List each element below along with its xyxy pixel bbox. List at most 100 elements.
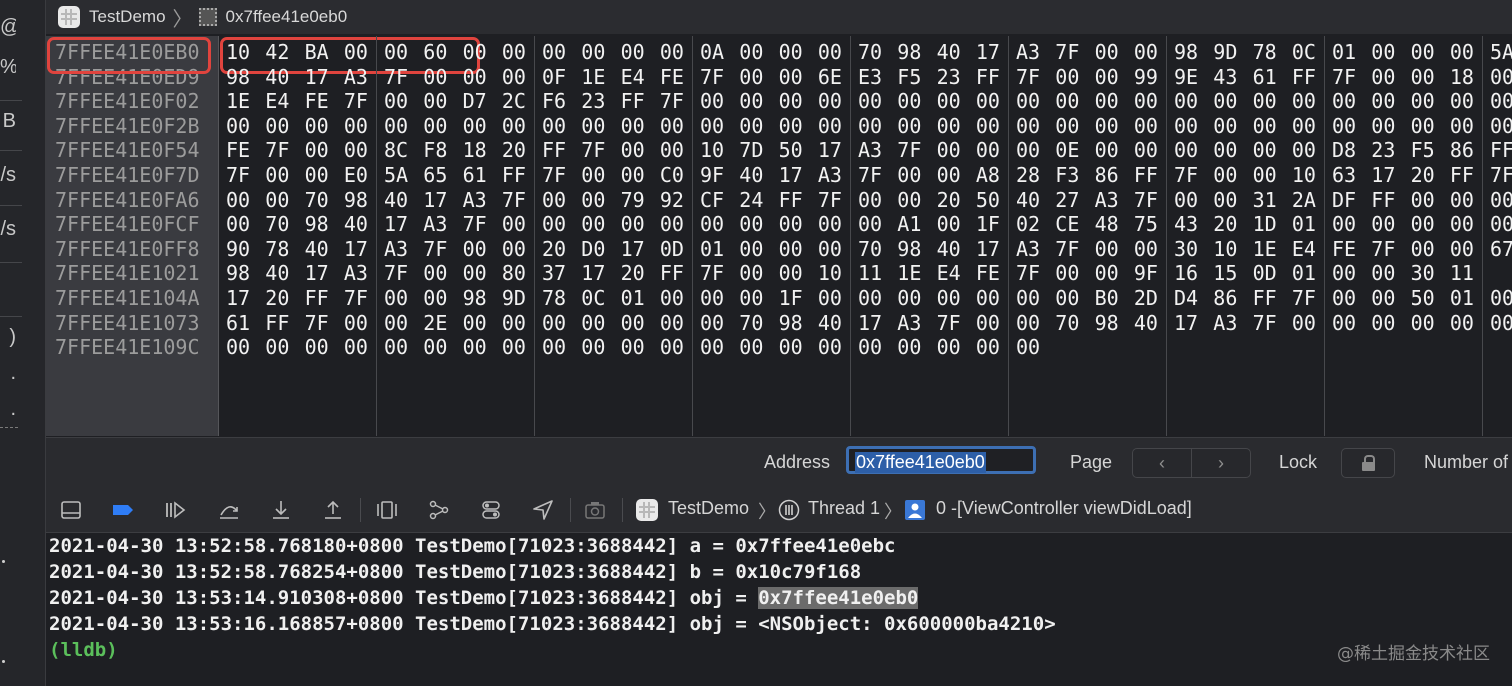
memory-byte[interactable]: 00 [897, 335, 921, 359]
titlebar-memory-address[interactable]: 0x7ffee41e0eb0 [226, 7, 348, 27]
memory-byte[interactable]: 7F [1055, 237, 1079, 261]
memory-byte[interactable]: 00 [1450, 40, 1474, 64]
memory-byte[interactable]: 20 [542, 237, 566, 261]
memory-byte[interactable]: 00 [739, 237, 763, 261]
memory-byte[interactable]: 00 [581, 212, 605, 236]
memory-byte[interactable]: 02 [1016, 212, 1040, 236]
memory-byte[interactable]: 7F [660, 89, 684, 113]
page-next-button[interactable]: › [1192, 449, 1250, 477]
memory-byte[interactable]: 18 [463, 138, 487, 162]
memory-byte[interactable]: FF [1490, 138, 1512, 162]
memory-byte[interactable]: 00 [1134, 114, 1158, 138]
memory-byte[interactable]: 7F [542, 163, 566, 187]
memory-byte[interactable]: 00 [423, 114, 447, 138]
debug-crumb-frame[interactable]: 0 -[ViewController viewDidLoad] [936, 498, 1192, 519]
memory-byte[interactable]: FF [502, 163, 526, 187]
memory-byte[interactable]: 70 [858, 40, 882, 64]
memory-byte[interactable]: 00 [1292, 311, 1316, 335]
memory-byte[interactable]: FF [1134, 163, 1158, 187]
memory-byte[interactable]: 00 [1174, 114, 1198, 138]
memory-byte[interactable]: 00 [779, 65, 803, 89]
memory-row-address[interactable]: 7FFEE41E109C [55, 335, 200, 359]
memory-byte[interactable]: 00 [463, 261, 487, 285]
memory-byte[interactable]: 00 [1174, 138, 1198, 162]
memory-byte[interactable]: 00 [1016, 311, 1040, 335]
location-icon[interactable] [532, 499, 554, 521]
memory-byte[interactable]: 00 [502, 212, 526, 236]
memory-byte[interactable]: 15 [1213, 261, 1237, 285]
memory-byte[interactable]: 00 [858, 89, 882, 113]
memory-byte[interactable]: 00 [305, 138, 329, 162]
memory-byte[interactable]: 00 [305, 163, 329, 187]
memory-byte[interactable]: 00 [976, 114, 1000, 138]
memory-byte[interactable]: 00 [937, 138, 961, 162]
memory-byte[interactable]: 90 [226, 237, 250, 261]
memory-byte[interactable]: 1E [581, 65, 605, 89]
memory-byte[interactable]: 0D [1253, 261, 1277, 285]
memory-byte[interactable]: 00 [818, 237, 842, 261]
memory-byte[interactable]: 01 [1292, 261, 1316, 285]
memory-byte[interactable]: 00 [1490, 89, 1512, 113]
memory-byte[interactable]: 00 [1490, 188, 1512, 212]
memory-byte[interactable]: 65 [423, 163, 447, 187]
memory-byte[interactable]: 00 [1411, 40, 1435, 64]
memory-byte[interactable]: 16 [1174, 261, 1198, 285]
memory-byte[interactable]: 00 [739, 40, 763, 64]
memory-byte[interactable]: FF [1253, 286, 1277, 310]
memory-byte[interactable]: A3 [897, 311, 921, 335]
memory-byte[interactable]: 00 [700, 114, 724, 138]
memory-byte[interactable]: FF [779, 188, 803, 212]
memory-byte[interactable]: FE [660, 65, 684, 89]
memory-byte[interactable]: 2A [1292, 188, 1316, 212]
memory-byte[interactable]: 8C [384, 138, 408, 162]
memory-byte[interactable]: 00 [502, 40, 526, 64]
memory-byte[interactable]: 7F [1055, 40, 1079, 64]
memory-row-address[interactable]: 7FFEE41E0FA6 [55, 188, 200, 212]
environment-icon[interactable] [480, 499, 502, 521]
memory-byte[interactable]: FE [226, 138, 250, 162]
memory-byte[interactable]: 00 [1332, 212, 1356, 236]
memory-byte[interactable]: 00 [384, 89, 408, 113]
memory-byte[interactable]: 00 [818, 335, 842, 359]
memory-byte[interactable]: 00 [739, 261, 763, 285]
memory-byte[interactable]: 80 [502, 261, 526, 285]
memory-byte[interactable]: F3 [1055, 163, 1079, 187]
memory-byte[interactable]: 00 [858, 212, 882, 236]
memory-byte[interactable]: 01 [700, 237, 724, 261]
memory-byte[interactable]: 1D [1253, 212, 1277, 236]
memory-byte[interactable]: 31 [1253, 188, 1277, 212]
memory-byte[interactable]: 00 [1095, 237, 1119, 261]
memory-byte[interactable]: 01 [1450, 286, 1474, 310]
memory-byte[interactable]: 24 [739, 188, 763, 212]
memory-byte[interactable]: 1E [1253, 237, 1277, 261]
memory-byte[interactable]: 00 [976, 89, 1000, 113]
memory-byte[interactable]: 00 [1213, 89, 1237, 113]
memory-byte[interactable]: 00 [1016, 89, 1040, 113]
address-input-value[interactable]: 0x7ffee41e0eb0 [855, 452, 986, 473]
step-into-icon[interactable] [270, 499, 292, 521]
memory-byte[interactable]: 00 [1095, 40, 1119, 64]
memory-byte[interactable]: 00 [1411, 311, 1435, 335]
memory-byte[interactable]: 00 [1055, 286, 1079, 310]
memory-byte[interactable]: 17 [858, 311, 882, 335]
memory-byte[interactable]: 00 [581, 163, 605, 187]
memory-byte[interactable]: 86 [1450, 138, 1474, 162]
memory-byte[interactable]: 23 [937, 65, 961, 89]
memory-byte[interactable]: 17 [818, 138, 842, 162]
memory-byte[interactable]: 7F [897, 138, 921, 162]
memory-byte[interactable]: 00 [660, 335, 684, 359]
memory-byte[interactable]: 70 [739, 311, 763, 335]
memory-byte[interactable]: 98 [226, 261, 250, 285]
memory-byte[interactable]: 7F [581, 138, 605, 162]
memory-byte[interactable]: 00 [621, 40, 645, 64]
memory-byte[interactable]: 00 [1174, 89, 1198, 113]
memory-byte[interactable]: 00 [739, 335, 763, 359]
memory-byte[interactable]: 00 [384, 286, 408, 310]
memory-byte[interactable]: 00 [581, 335, 605, 359]
memory-byte[interactable]: 30 [1411, 261, 1435, 285]
memory-byte[interactable]: 17 [344, 237, 368, 261]
memory-byte[interactable]: 7D [739, 138, 763, 162]
memory-byte[interactable]: 00 [384, 335, 408, 359]
memory-row-address[interactable]: 7FFEE41E1021 [55, 261, 200, 285]
memory-row-address[interactable]: 7FFEE41E0F2B [55, 114, 200, 138]
